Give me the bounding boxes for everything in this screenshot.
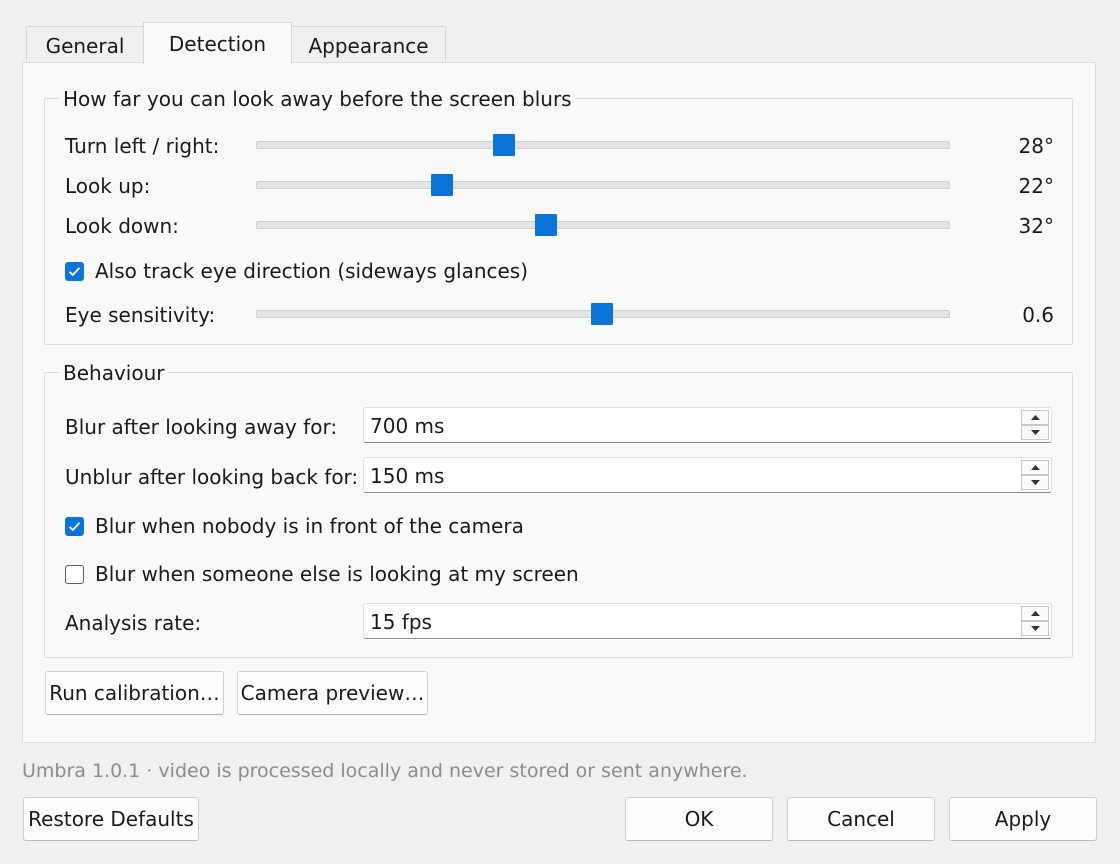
tab-appearance-label: Appearance	[308, 33, 429, 58]
unblur-after-spinbox[interactable]: 150 ms	[363, 457, 1052, 493]
blur-someone-label: Blur when someone else is looking at my …	[95, 562, 579, 586]
eye-sensitivity-label: Eye sensitivity:	[65, 303, 216, 327]
look-away-group: How far you can look away before the scr…	[44, 87, 1073, 345]
unblur-after-decrement[interactable]	[1021, 475, 1049, 490]
blur-someone-checkbox[interactable]	[65, 564, 84, 584]
look-up-slider-handle[interactable]	[430, 174, 453, 196]
analysis-rate-value: 15 fps	[370, 610, 432, 634]
turn-slider-value: 28°	[1018, 134, 1054, 158]
look-down-slider-handle[interactable]	[535, 214, 558, 236]
cancel-label: Cancel	[827, 807, 895, 831]
eye-tracking-label: Also track eye direction (sideways glanc…	[95, 259, 529, 283]
privacy-note: Umbra 1.0.1 · video is processed locally…	[22, 760, 748, 782]
caret-up-icon	[1030, 415, 1040, 420]
eye-sensitivity-value: 0.6	[1022, 303, 1054, 327]
eye-tracking-checkbox[interactable]	[65, 261, 84, 281]
look-down-slider-value: 32°	[1018, 214, 1054, 238]
checkmark-icon	[68, 521, 81, 531]
caret-down-icon	[1030, 626, 1040, 631]
behaviour-group: Behaviour Blur after looking away for: 7…	[44, 361, 1073, 658]
tab-appearance[interactable]: Appearance	[291, 26, 446, 64]
analysis-rate-decrement[interactable]	[1021, 621, 1049, 636]
analysis-rate-label: Analysis rate:	[65, 611, 202, 635]
blur-after-spinbox[interactable]: 700 ms	[363, 407, 1052, 443]
look-down-slider-label: Look down:	[65, 214, 179, 238]
blur-after-value: 700 ms	[370, 414, 445, 438]
tab-general-label: General	[45, 33, 125, 58]
turn-slider-handle[interactable]	[493, 134, 516, 156]
caret-down-icon	[1030, 480, 1040, 485]
blur-nobody-checkbox-row[interactable]: Blur when nobody is in front of the came…	[65, 514, 524, 538]
detection-panel: How far you can look away before the scr…	[22, 62, 1096, 743]
look-up-slider-value: 22°	[1018, 174, 1054, 198]
blur-nobody-checkbox[interactable]	[65, 516, 84, 536]
blur-after-increment[interactable]	[1021, 410, 1049, 425]
camera-preview-button[interactable]: Camera preview…	[237, 671, 428, 715]
look-up-slider-label: Look up:	[65, 174, 151, 198]
analysis-rate-spinbox[interactable]: 15 fps	[363, 603, 1052, 639]
apply-label: Apply	[994, 807, 1052, 831]
ok-label: OK	[684, 807, 714, 831]
analysis-rate-stepper[interactable]	[1021, 606, 1049, 636]
caret-down-icon	[1030, 430, 1040, 435]
unblur-after-stepper[interactable]	[1021, 460, 1049, 490]
turn-slider-track	[256, 141, 950, 149]
camera-preview-label: Camera preview…	[240, 681, 425, 705]
run-calibration-button[interactable]: Run calibration…	[45, 671, 224, 715]
look-down-slider[interactable]	[256, 214, 950, 236]
look-up-slider-track	[256, 181, 950, 189]
tab-detection[interactable]: Detection	[143, 22, 292, 64]
blur-after-label: Blur after looking away for:	[65, 415, 338, 439]
tab-general[interactable]: General	[26, 26, 144, 64]
caret-up-icon	[1030, 465, 1040, 470]
cancel-button[interactable]: Cancel	[787, 797, 935, 841]
blur-after-stepper[interactable]	[1021, 410, 1049, 440]
caret-up-icon	[1030, 611, 1040, 616]
blur-someone-checkbox-row[interactable]: Blur when someone else is looking at my …	[65, 562, 579, 586]
restore-defaults-label: Restore Defaults	[28, 807, 194, 831]
analysis-rate-increment[interactable]	[1021, 606, 1049, 621]
restore-defaults-button[interactable]: Restore Defaults	[23, 797, 199, 841]
run-calibration-label: Run calibration…	[49, 681, 220, 705]
ok-button[interactable]: OK	[625, 797, 773, 841]
eye-tracking-checkbox-row[interactable]: Also track eye direction (sideways glanc…	[65, 259, 528, 283]
checkmark-icon	[68, 266, 81, 276]
unblur-after-increment[interactable]	[1021, 460, 1049, 475]
blur-nobody-label: Blur when nobody is in front of the came…	[95, 514, 524, 538]
turn-slider-label: Turn left / right:	[65, 134, 220, 158]
eye-sensitivity-slider-handle[interactable]	[590, 303, 613, 325]
eye-sensitivity-slider[interactable]	[256, 303, 950, 325]
blur-after-decrement[interactable]	[1021, 425, 1049, 440]
apply-button[interactable]: Apply	[949, 797, 1097, 841]
look-away-group-title: How far you can look away before the scr…	[59, 87, 576, 111]
turn-slider[interactable]	[256, 134, 950, 156]
tab-detection-label: Detection	[168, 31, 267, 56]
behaviour-group-title: Behaviour	[59, 361, 169, 385]
look-up-slider[interactable]	[256, 174, 950, 196]
unblur-after-label: Unblur after looking back for:	[65, 465, 359, 489]
look-down-slider-track	[256, 221, 950, 229]
unblur-after-value: 150 ms	[370, 464, 445, 488]
